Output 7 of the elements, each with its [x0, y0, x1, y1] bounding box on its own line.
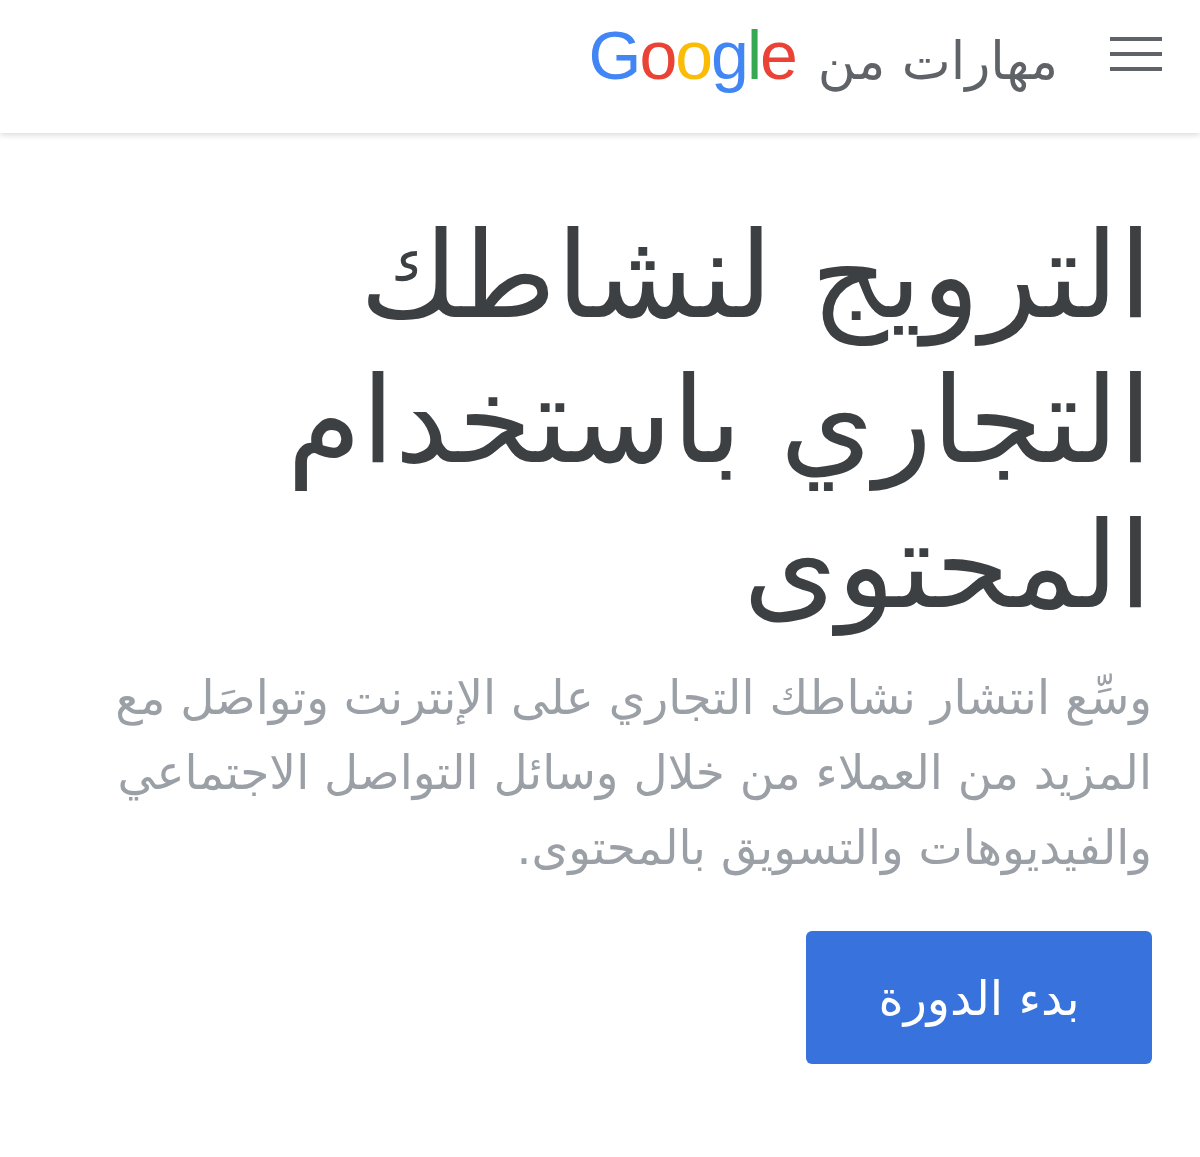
brand-text: مهارات من [817, 29, 1058, 94]
start-course-button[interactable]: بدء الدورة [806, 931, 1152, 1064]
logo-text: Google [588, 15, 796, 95]
description-text: وسِّع انتشار نشاطك التجاري على الإنترنت وتواصَل مع المزيد من العملاء من خلال وسائل التواصل الاجتماعي والفيديوهات والتسويق بالمحتوى. [114, 669, 1152, 878]
menu-button[interactable] [1110, 36, 1162, 71]
menu-icon [1110, 36, 1162, 71]
page-title: الترويج لنشاطك التجاري باستخدام المحتوى [286, 205, 1152, 638]
